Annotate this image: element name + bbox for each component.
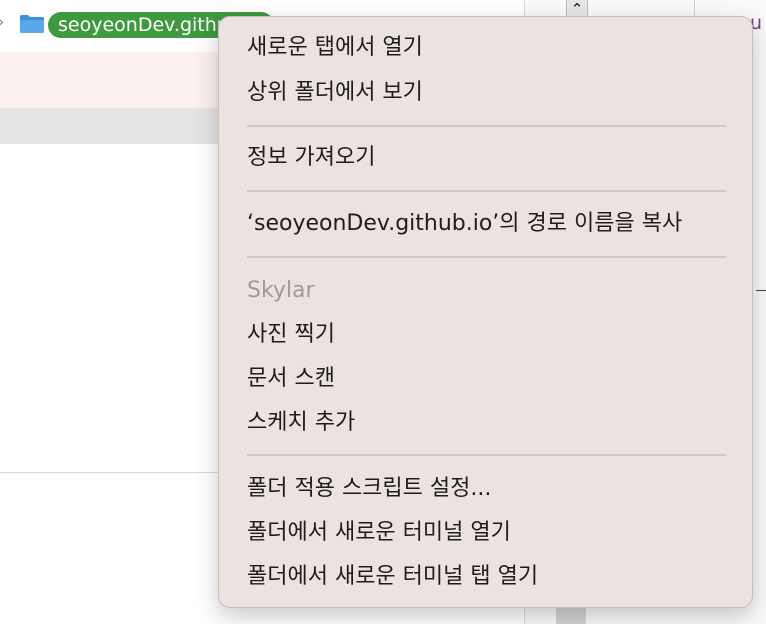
menu-section-header-skylar: Skylar [247,278,315,303]
menu-separator [247,256,726,258]
menu-item-new-terminal-at-folder[interactable]: 폴더에서 새로운 터미널 열기 [247,518,511,548]
menu-separator [247,125,726,127]
menu-item-open-new-tab[interactable]: 새로운 탭에서 열기 [247,33,423,63]
folder-icon [20,15,44,33]
partial-dash [756,290,766,291]
menu-item-take-photo[interactable]: 사진 찍기 [247,320,335,350]
context-menu: 새로운 탭에서 열기 상위 폴더에서 보기 정보 가져오기 ‘seoyeonDe… [218,16,753,608]
menu-item-scan-documents[interactable]: 문서 스캔 [247,364,335,394]
menu-item-get-info[interactable]: 정보 가져오기 [247,143,375,173]
menu-item-folder-actions-setup[interactable]: 폴더 적용 스크립트 설정... [247,474,491,504]
menu-item-show-enclosing-folder[interactable]: 상위 폴더에서 보기 [247,78,423,108]
chevron-right-icon: › [0,12,4,31]
scrollbar-thumb[interactable] [556,606,586,624]
menu-item-add-sketch[interactable]: 스케치 추가 [247,408,355,438]
menu-separator [247,190,726,192]
menu-item-new-terminal-tab-at-folder[interactable]: 폴더에서 새로운 터미널 탭 열기 [247,562,538,592]
menu-item-copy-path[interactable]: ‘seoyeonDev.github.io’의 경로 이름을 복사 [247,209,682,239]
menu-separator [247,454,726,456]
